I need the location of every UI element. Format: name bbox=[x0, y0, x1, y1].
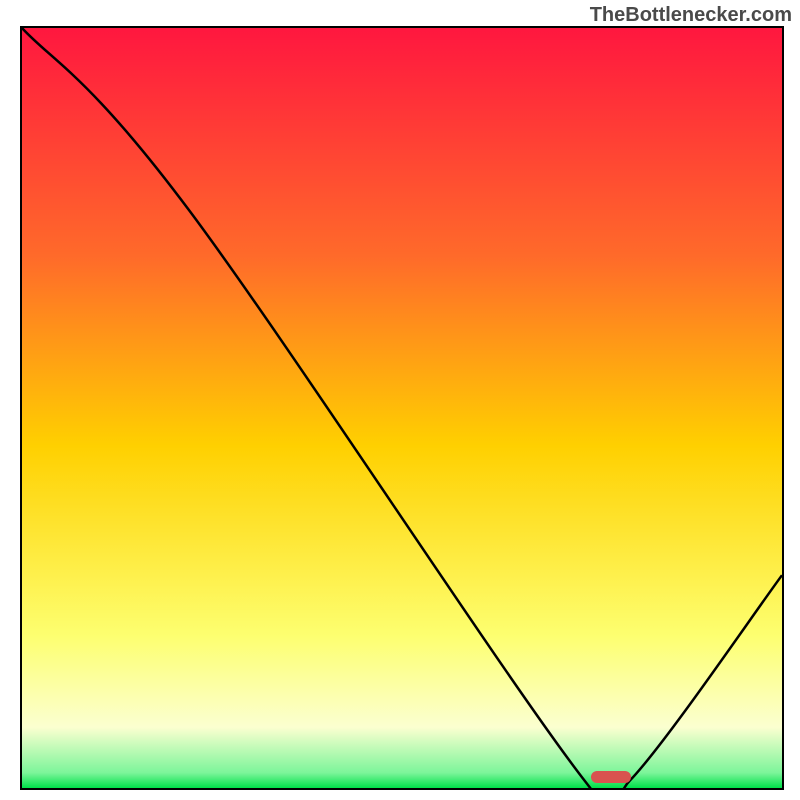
chart-curve bbox=[22, 28, 782, 788]
watermark: TheBottlenecker.com bbox=[590, 4, 792, 27]
chart-marker bbox=[591, 771, 631, 783]
chart-plot-area bbox=[20, 26, 784, 790]
